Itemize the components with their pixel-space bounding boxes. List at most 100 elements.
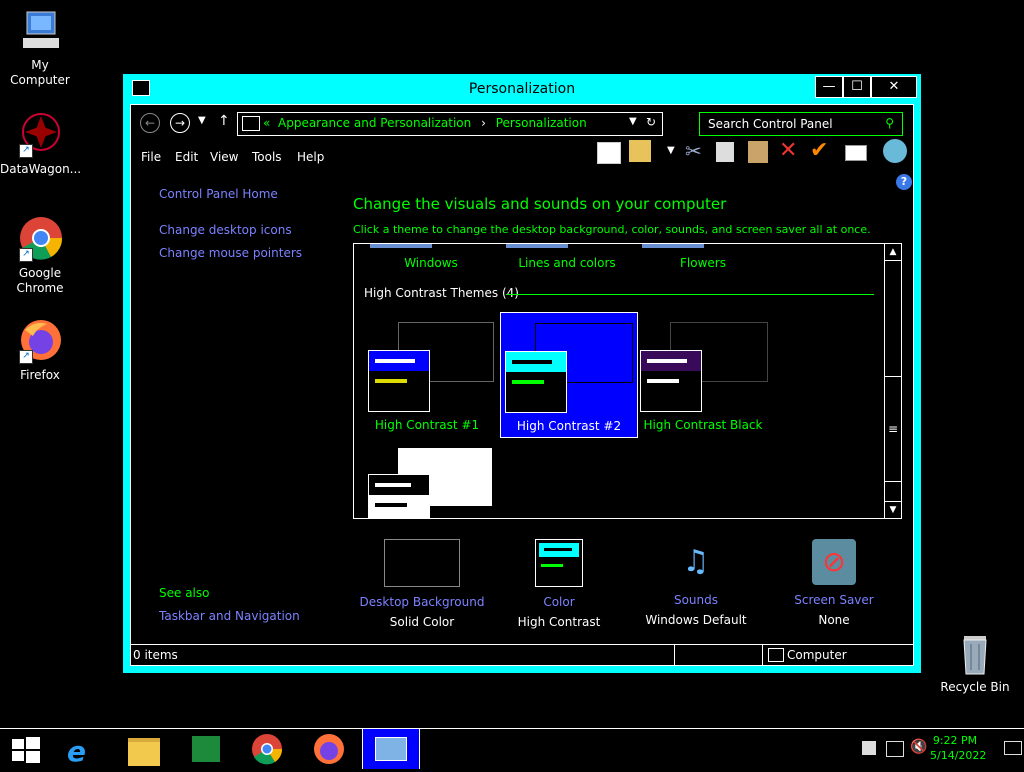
maximize-button[interactable]: ☐ <box>843 76 871 98</box>
control-panel-taskbar-icon[interactable] <box>362 729 420 769</box>
hc-group-heading[interactable]: High Contrast Themes (4) <box>364 286 519 300</box>
screen-saver-value: None <box>818 613 850 627</box>
paste-icon[interactable] <box>748 141 768 163</box>
color-item[interactable]: Color High Contrast <box>494 539 624 629</box>
firefox-taskbar-icon[interactable] <box>302 729 358 769</box>
sounds-item[interactable]: ♫ Sounds Windows Default <box>631 539 761 627</box>
scroll-thumb[interactable]: ≡ <box>885 376 901 482</box>
breadcrumb-personalization[interactable]: Personalization <box>496 116 587 130</box>
cut-icon[interactable]: ✂ <box>685 139 702 163</box>
chevron-down-icon[interactable]: ▼ <box>629 116 637 127</box>
desktop-background-label[interactable]: Desktop Background <box>357 595 487 609</box>
screen-saver-item[interactable]: ⊘ Screen Saver None <box>769 539 899 627</box>
sidebar-change-mouse-pointers[interactable]: Change mouse pointers <box>159 246 302 260</box>
theme-high-contrast-2[interactable]: High Contrast #2 <box>500 312 638 438</box>
sounds-icon: ♫ <box>682 544 710 579</box>
desktop-icon-recycle-bin[interactable]: Recycle Bin <box>935 630 1015 695</box>
folder-options-icon[interactable] <box>629 140 651 162</box>
window-title: Personalization <box>468 81 576 97</box>
desktop-icon-label: Recycle Bin <box>940 680 1010 694</box>
desktop-icon-label: Google Chrome <box>16 266 64 295</box>
refresh-icon[interactable]: ↻ <box>646 115 656 129</box>
desktop-icon-firefox[interactable]: ↗ Firefox <box>0 318 80 383</box>
theme-windows[interactable]: Windows <box>366 256 496 270</box>
chrome-taskbar-icon[interactable] <box>240 729 296 769</box>
help-icon[interactable]: ? <box>896 174 912 190</box>
search-icon[interactable]: ⚲ <box>885 116 894 130</box>
minimize-button[interactable]: — <box>815 76 843 98</box>
search-input[interactable]: Search Control Panel ⚲ <box>699 112 903 136</box>
sidebar-control-panel-home[interactable]: Control Panel Home <box>159 187 278 201</box>
up-arrow-icon[interactable]: ↑ <box>218 113 230 129</box>
color-label[interactable]: Color <box>494 595 624 609</box>
desktop-icon-chrome[interactable]: ↗ Google Chrome <box>0 216 80 296</box>
store-icon[interactable] <box>178 729 234 769</box>
theme-preview-window <box>505 351 567 413</box>
properties-checkmark-icon[interactable]: ✔ <box>810 138 828 163</box>
color-icon <box>535 539 583 587</box>
internet-explorer-icon[interactable]: e <box>54 729 110 769</box>
desktop-background-item[interactable]: Desktop Background Solid Color <box>357 539 487 629</box>
volume-muted-icon[interactable]: 🔇 <box>910 739 927 755</box>
copy-icon[interactable] <box>716 142 734 162</box>
status-divider <box>674 645 675 665</box>
screen-saver-label[interactable]: Screen Saver <box>769 593 899 607</box>
sounds-value: Windows Default <box>645 613 747 627</box>
theme-high-contrast-1[interactable]: High Contrast #1 <box>362 312 494 436</box>
breadcrumb-appearance[interactable]: Appearance and Personalization <box>278 116 471 130</box>
recycle-bin-icon <box>952 630 998 676</box>
clock[interactable]: 9:22 PM 5/14/2022 <box>930 733 986 763</box>
menu-view[interactable]: View <box>210 150 238 164</box>
menu-edit[interactable]: Edit <box>175 150 198 164</box>
desktop-background-value: Solid Color <box>389 615 455 629</box>
sidebar-taskbar-navigation[interactable]: Taskbar and Navigation <box>159 609 300 623</box>
sidebar-change-desktop-icons[interactable]: Change desktop icons <box>159 223 292 237</box>
globe-icon[interactable] <box>883 139 907 163</box>
forward-icon[interactable]: → <box>170 113 190 133</box>
theme-list-scrollbar[interactable]: ▲ ≡ ▼ <box>884 244 901 518</box>
clock-time: 9:22 PM <box>932 734 978 747</box>
back-icon[interactable]: ← <box>140 113 160 133</box>
desktop-icon-datawagon[interactable]: ↗ DataWagon... <box>0 112 81 177</box>
scroll-up-icon[interactable]: ▲ <box>885 244 901 261</box>
show-desktop-icon[interactable] <box>1004 741 1022 755</box>
theme-label: High Contrast Black <box>643 418 763 432</box>
theme-high-contrast-white[interactable] <box>362 444 492 518</box>
theme-preview-windows[interactable] <box>370 244 432 248</box>
address-overflow[interactable]: « <box>263 116 270 130</box>
theme-preview-lines[interactable] <box>506 244 568 248</box>
menu-tools[interactable]: Tools <box>252 150 282 164</box>
theme-flowers[interactable]: Flowers <box>638 256 768 270</box>
rename-icon[interactable] <box>845 145 867 161</box>
chevron-right-icon[interactable]: › <box>481 116 486 130</box>
scroll-down-icon[interactable]: ▼ <box>885 501 901 518</box>
file-explorer-icon[interactable] <box>116 729 172 769</box>
start-button[interactable] <box>0 729 56 769</box>
action-center-icon[interactable] <box>862 741 876 755</box>
theme-list[interactable]: Windows Lines and colors Flowers High Co… <box>353 243 902 519</box>
menu-file[interactable]: File <box>141 150 161 164</box>
desktop-icon-label: Firefox <box>20 368 60 382</box>
theme-lines-and-colors[interactable]: Lines and colors <box>502 256 632 270</box>
status-location: Computer <box>787 648 847 662</box>
network-icon[interactable] <box>886 741 904 757</box>
page-heading: Change the visuals and sounds on your co… <box>353 195 727 213</box>
computer-small-icon <box>768 648 784 662</box>
close-button[interactable]: ✕ <box>871 76 917 98</box>
sounds-label[interactable]: Sounds <box>631 593 761 607</box>
dropdown-icon[interactable]: ▼ <box>667 145 675 156</box>
menu-help[interactable]: Help <box>297 150 324 164</box>
status-item-count: 0 items <box>133 648 178 662</box>
shortcut-arrow-icon: ↗ <box>19 350 33 364</box>
group-divider <box>506 294 874 295</box>
screen-saver-icon: ⊘ <box>812 539 856 585</box>
layout-icon[interactable] <box>597 142 621 164</box>
theme-label: High Contrast #2 <box>516 419 622 433</box>
delete-icon[interactable]: ✕ <box>779 138 797 163</box>
recent-locations-icon[interactable]: ▼ <box>198 115 206 126</box>
address-bar[interactable]: « Appearance and Personalization › Perso… <box>237 112 663 136</box>
theme-preview-flowers[interactable] <box>642 244 704 248</box>
theme-high-contrast-black[interactable]: High Contrast Black <box>638 312 768 436</box>
desktop-icon-my-computer[interactable]: My Computer <box>0 8 80 88</box>
title-bar[interactable]: Personalization — ☐ ✕ <box>123 74 921 104</box>
